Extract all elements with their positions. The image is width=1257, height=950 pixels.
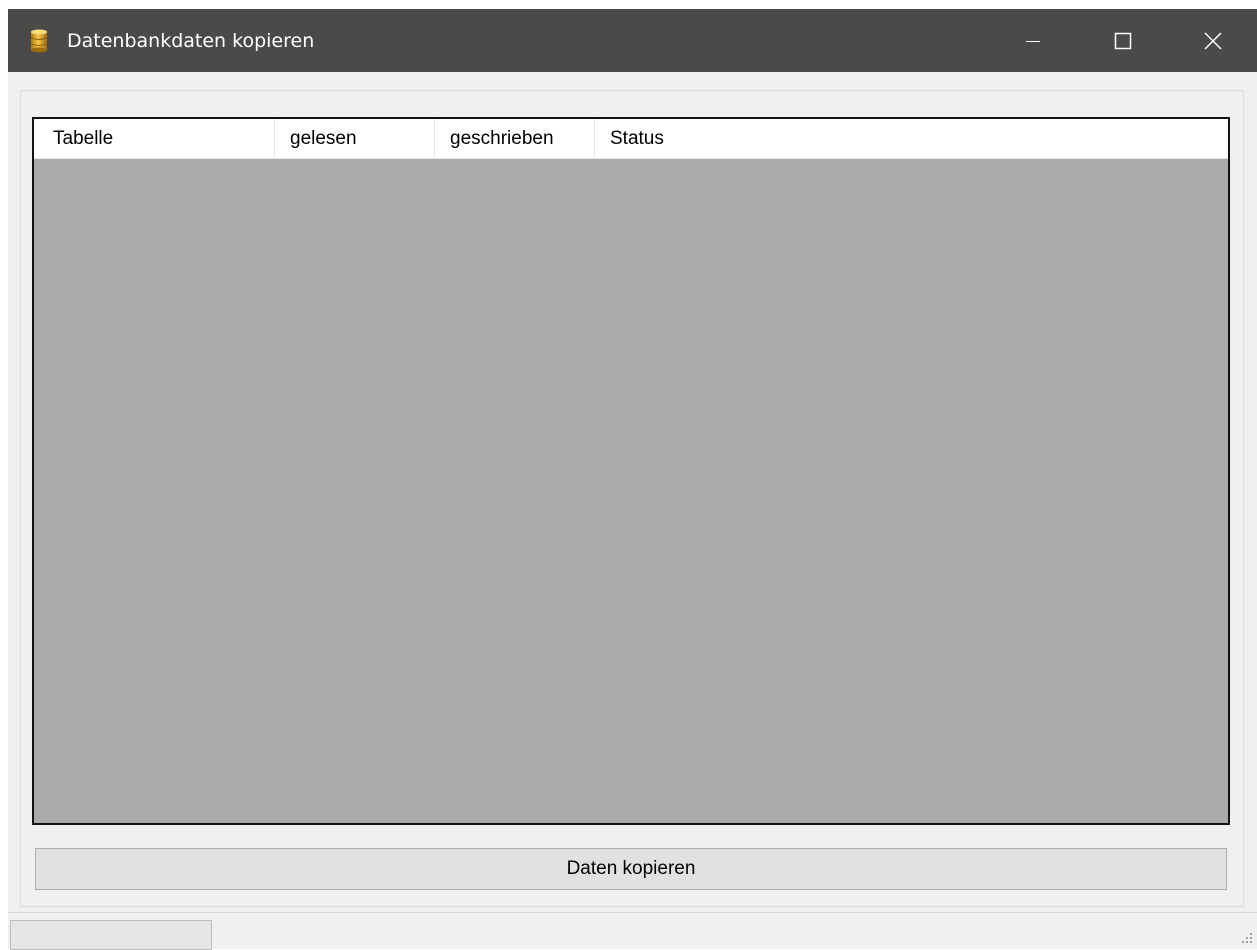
maximize-button[interactable] xyxy=(1078,9,1168,72)
minimize-button[interactable] xyxy=(988,9,1078,72)
main-window: Datenbankdaten kopieren Tabelle gelesen … xyxy=(8,9,1257,950)
database-icon xyxy=(29,29,49,53)
column-header-geschrieben[interactable]: geschrieben xyxy=(435,119,595,159)
maximize-icon xyxy=(1114,32,1132,49)
column-header-status[interactable]: Status xyxy=(595,119,1228,159)
column-header-gelesen[interactable]: gelesen xyxy=(275,119,435,159)
table-list[interactable]: Tabelle gelesen geschrieben Status xyxy=(32,117,1230,825)
close-icon xyxy=(1204,31,1222,50)
minimize-icon xyxy=(1026,40,1040,42)
list-body[interactable] xyxy=(34,159,1228,823)
close-button[interactable] xyxy=(1168,9,1257,72)
title-bar[interactable]: Datenbankdaten kopieren xyxy=(8,9,1257,72)
copy-data-button[interactable]: Daten kopieren xyxy=(35,848,1227,890)
window-title: Datenbankdaten kopieren xyxy=(67,30,315,52)
list-header: Tabelle gelesen geschrieben Status xyxy=(34,119,1228,159)
column-header-tabelle[interactable]: Tabelle xyxy=(34,119,275,159)
progress-bar xyxy=(10,920,212,950)
resize-grip-icon[interactable] xyxy=(1239,931,1253,945)
status-bar xyxy=(8,912,1257,950)
